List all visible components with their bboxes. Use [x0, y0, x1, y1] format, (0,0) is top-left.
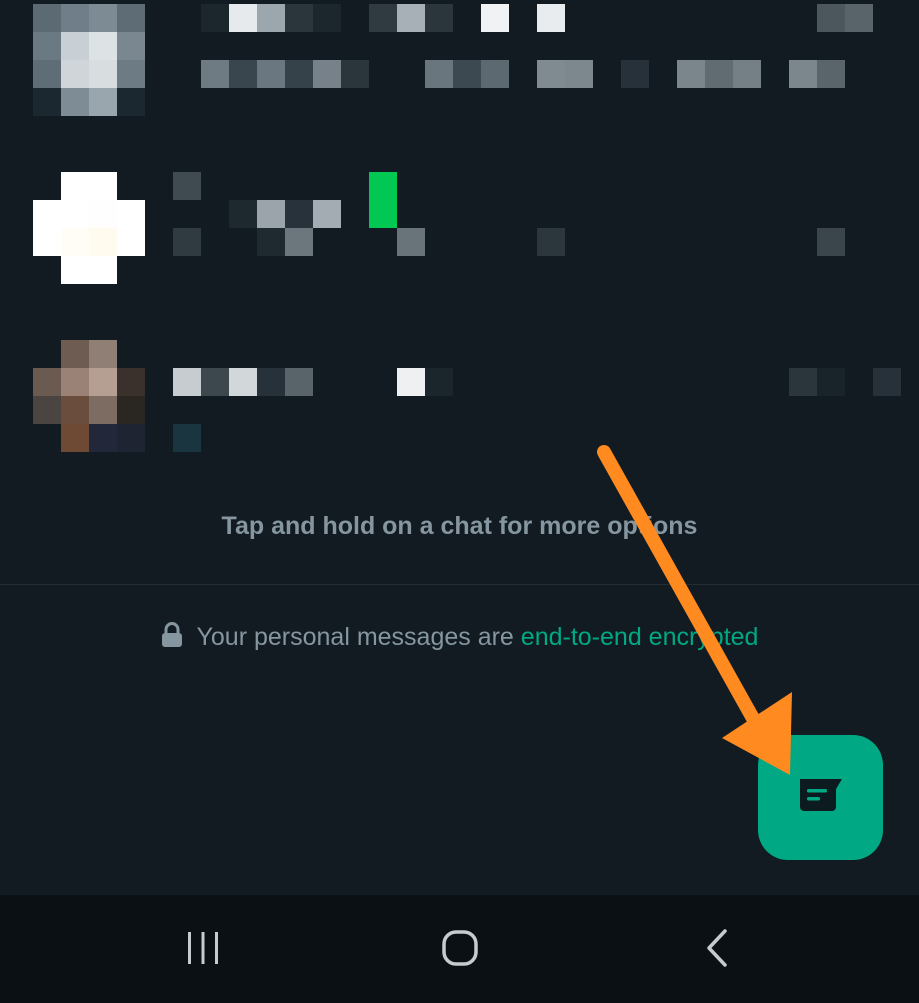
new-chat-icon [796, 775, 846, 820]
chat-row[interactable] [0, 0, 919, 140]
avatar[interactable] [33, 4, 145, 116]
chat-time-redacted [817, 228, 845, 256]
home-icon [440, 928, 480, 973]
chat-row[interactable] [0, 168, 919, 308]
chat-list-hint: Tap and hold on a chat for more options [221, 512, 698, 540]
recents-button[interactable] [168, 920, 238, 980]
chat-name-redacted [173, 368, 453, 396]
back-icon [703, 928, 733, 973]
chat-preview-redacted [173, 228, 565, 256]
chat-time-redacted [789, 368, 901, 396]
avatar[interactable] [33, 172, 145, 284]
new-chat-button[interactable] [758, 735, 883, 860]
encryption-text: Your personal messages are [196, 623, 521, 651]
chat-preview-redacted [173, 424, 201, 452]
system-nav-bar [0, 895, 919, 1003]
chat-badge-redacted [369, 172, 397, 228]
encryption-notice[interactable]: Your personal messages are end-to-end en… [0, 622, 919, 655]
chat-name-redacted [173, 172, 201, 200]
recents-icon [185, 930, 221, 971]
divider [0, 584, 919, 585]
chat-row[interactable] [0, 336, 919, 476]
avatar[interactable] [33, 340, 145, 452]
home-button[interactable] [425, 920, 495, 980]
lock-icon [161, 622, 183, 655]
back-button[interactable] [683, 920, 753, 980]
chat-name-redacted [201, 4, 565, 32]
chat-time-redacted [817, 4, 873, 32]
chat-preview-redacted [201, 60, 845, 88]
chat-name-redacted [229, 200, 341, 228]
encryption-link[interactable]: end-to-end encrypted [521, 623, 759, 651]
